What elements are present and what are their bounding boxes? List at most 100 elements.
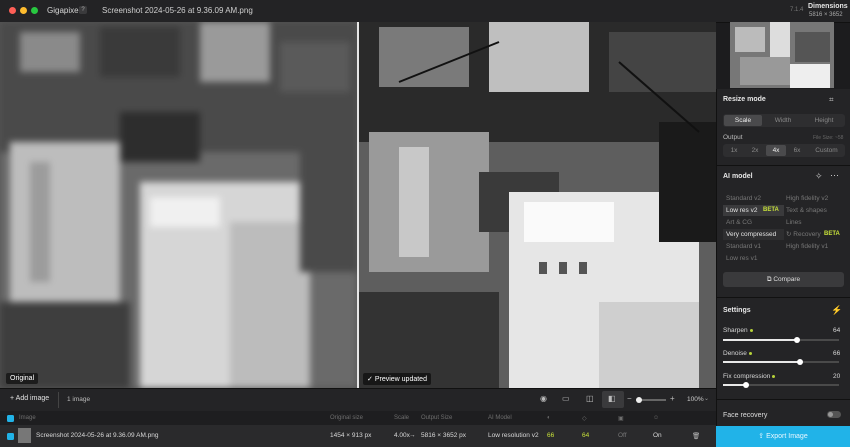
scale-1x[interactable]: 1x — [724, 145, 744, 156]
lightning-icon[interactable]: ⚡ — [831, 305, 842, 316]
add-image-button[interactable]: + Add image — [10, 395, 49, 402]
denoise-value: 66 — [833, 350, 841, 357]
model-standard-v1[interactable]: Standard v1 — [723, 241, 784, 252]
zoom-in-icon[interactable]: + — [670, 394, 675, 403]
app-name: Gigapixel — [47, 6, 81, 15]
model-recovery[interactable]: ↻ Recovery BETA — [783, 229, 844, 240]
model-standard-v2[interactable]: Standard v2 — [723, 193, 784, 204]
face-recovery-toggle[interactable] — [827, 411, 841, 418]
compare-divider[interactable] — [357, 22, 359, 388]
fix-compression-slider[interactable] — [723, 382, 839, 388]
model-high-fidelity-v2[interactable]: High fidelity v2 — [783, 193, 844, 204]
close-window-button[interactable] — [9, 7, 16, 14]
scale-custom[interactable]: Custom — [809, 145, 844, 156]
fix-compression-value: 20 — [833, 373, 841, 380]
model-lines[interactable]: Lines — [783, 217, 844, 228]
camera-icon[interactable]: ◉ — [540, 394, 547, 403]
zoom-level[interactable]: 100% — [687, 396, 704, 403]
maximize-window-button[interactable] — [31, 7, 38, 14]
crop-icon[interactable]: ⌗ — [829, 95, 834, 105]
zoom-out-icon[interactable]: − — [627, 394, 632, 403]
table-row[interactable]: Screenshot 2024-05-26 at 9.36.09 AM.png … — [0, 425, 716, 447]
model-text-shapes[interactable]: Text & shapes — [783, 205, 844, 216]
output-file-size: File Size: ~58 — [813, 135, 844, 141]
divider — [58, 392, 59, 408]
row-compression-value: Off — [618, 432, 627, 439]
model-high-fidelity-v1[interactable]: High fidelity v1 — [783, 241, 844, 252]
divider — [717, 297, 850, 298]
denoise-label: Denoise — [723, 350, 752, 357]
row-checkbox[interactable] — [7, 433, 14, 440]
model-low-res-v1[interactable]: Low res v1 — [723, 253, 784, 264]
output-scale-segment: 1x 2x 4x 6x Custom — [723, 144, 845, 157]
more-options-icon[interactable]: ⋯ — [830, 170, 839, 181]
minimize-window-button[interactable] — [20, 7, 27, 14]
toggle-knob — [828, 412, 833, 417]
image-thumbnail — [18, 428, 31, 443]
help-button[interactable]: ? — [79, 6, 87, 14]
zoom-slider-knob[interactable] — [636, 397, 642, 403]
col-original-size: Original size — [330, 415, 364, 421]
model-very-compressed[interactable]: Very compressed — [723, 229, 784, 240]
select-all-checkbox[interactable] — [7, 415, 14, 422]
fix-compression-slider-knob[interactable] — [743, 382, 750, 388]
original-preview-image — [0, 22, 357, 388]
scale-6x[interactable]: 6x — [787, 145, 807, 156]
ai-model-title: AI model — [723, 173, 753, 180]
dimensions-value: 5816 × 3652 — [809, 12, 843, 18]
divider — [717, 399, 850, 400]
check-circle-icon: ✓ — [367, 376, 375, 383]
row-image-name: Screenshot 2024-05-26 at 9.36.09 AM.png — [36, 432, 159, 439]
sharpen-slider[interactable] — [723, 337, 839, 343]
navigator-thumbnail[interactable] — [730, 22, 834, 88]
resize-mode-height[interactable]: Height — [804, 115, 844, 126]
upscaled-preview-image — [359, 22, 716, 388]
col-output-size: Output Size — [421, 415, 453, 421]
split-view-icon: ◧ — [608, 394, 616, 403]
denoise-slider-knob[interactable] — [796, 359, 803, 365]
face-recovery-label: Face recovery — [723, 412, 768, 419]
denoise-slider[interactable] — [723, 359, 839, 365]
side-by-side-icon[interactable]: ◫ — [586, 394, 594, 403]
sparkle-icon[interactable]: ✧ — [815, 171, 823, 182]
beta-badge: BETA — [763, 207, 779, 213]
col-scale: Scale — [394, 415, 410, 421]
image-table-header: Image Original size Scale Output Size AI… — [0, 411, 716, 425]
original-label: Original — [6, 373, 39, 384]
dimensions-title: Dimensions — [808, 3, 848, 10]
image-count: 1 image — [67, 396, 91, 403]
version-label: 7.1.4 — [790, 7, 804, 13]
row-face-recovery-value: On — [653, 432, 662, 439]
sharpen-slider-knob[interactable] — [794, 337, 801, 343]
resize-mode-title: Resize mode — [723, 96, 766, 103]
scale-2x[interactable]: 2x — [745, 145, 765, 156]
divider — [717, 165, 850, 166]
resize-mode-scale[interactable]: Scale — [724, 115, 762, 126]
settings-title: Settings — [723, 307, 751, 314]
compare-button[interactable]: ⧉ Compare — [723, 272, 844, 287]
split-view-button[interactable]: ◧ — [602, 391, 624, 408]
sharpen-slider-fill — [723, 339, 798, 341]
denoise-slider-fill — [723, 361, 800, 363]
output-label: Output — [723, 134, 743, 141]
col-ai-model: AI Model — [488, 415, 512, 421]
face-col-icon: ☺ — [653, 415, 660, 421]
arrow-right-icon: → — [409, 432, 416, 439]
scale-4x[interactable]: 4x — [766, 145, 786, 156]
resize-mode-segment: Scale Width Height — [723, 114, 845, 127]
row-sharpen-value: 64 — [582, 432, 590, 439]
row-original-size: 1454 × 913 px — [330, 432, 372, 439]
row-ai-model: Low resolution v2 — [488, 432, 539, 439]
export-image-button[interactable]: ⇪ Export Image — [716, 426, 850, 447]
single-view-icon[interactable]: ▭ — [562, 394, 570, 403]
sharpen-value: 64 — [833, 327, 841, 334]
model-art-cg[interactable]: Art & CG — [723, 217, 784, 228]
row-scale: 4.00x — [394, 432, 410, 439]
model-low-res-v2[interactable]: Low res v2 BETA — [723, 205, 784, 216]
chevron-down-icon[interactable]: ⌄ — [704, 395, 709, 402]
trash-icon[interactable]: 🗑 — [692, 432, 700, 440]
file-title: Screenshot 2024-05-26 at 9.36.09 AM.png — [102, 6, 253, 15]
zoom-slider[interactable] — [636, 397, 666, 403]
image-preview[interactable]: Original ✓ Preview updated — [0, 22, 716, 388]
resize-mode-width[interactable]: Width — [764, 115, 802, 126]
